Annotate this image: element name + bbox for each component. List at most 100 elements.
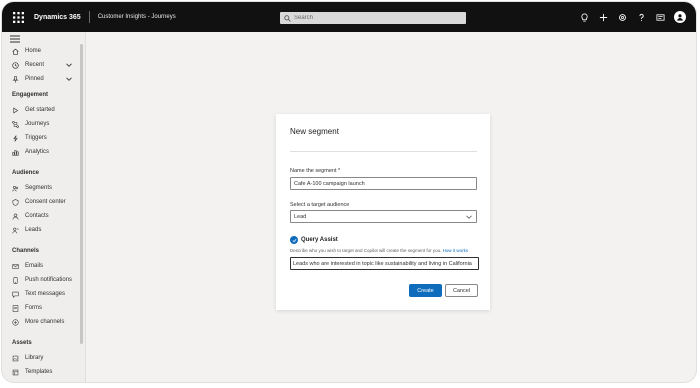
feedback-icon[interactable] [653,8,667,26]
sidebar-item-label: Journeys [25,121,50,127]
sidebar-item-label: Home [25,48,42,54]
target-audience-label: Select a target audience [290,202,350,208]
chevron-down-icon[interactable] [66,76,72,82]
hamburger-icon[interactable] [10,35,20,43]
header-divider [88,11,90,23]
avatar[interactable] [674,11,686,23]
sidebar-item-label: Consent center [25,199,66,205]
sidebar-item-templates[interactable]: Templates [2,366,82,378]
sidebar-item-push-notifications[interactable]: Push notifications [2,274,82,286]
sidebar-item-label: Emails [25,263,44,269]
template-icon [11,368,19,376]
sidebar-item-label: Leads [25,227,42,233]
section-channels: Channels [12,248,40,254]
section-engagement: Engagement [12,92,49,98]
sidebar-item-label: More channels [25,319,65,325]
consent-icon [11,198,19,206]
section-audience: Audience [12,170,40,176]
sidebar-item-label: Recent [25,62,45,68]
target-audience-value: Lead [294,213,307,220]
app-name[interactable]: Dynamics 365 [34,14,81,21]
top-bar: Dynamics 365 Customer Insights - Journey… [2,2,696,32]
sidebar-item-label: Analytics [25,149,50,155]
sidebar-item-emails[interactable]: Emails [2,260,82,272]
area-name[interactable]: Customer Insights - Journeys [98,14,176,20]
sidebar-item-leads[interactable]: Leads [2,224,82,236]
query-assist-input[interactable] [293,260,478,267]
play-icon [11,106,19,114]
app-launcher-icon[interactable] [8,7,28,27]
sidebar-item-label: Library [25,355,44,361]
segment-name-label: Name the segment * [290,168,341,174]
sidebar-item-get-started[interactable]: Get started [2,104,82,116]
sidebar-item-analytics[interactable]: Analytics [2,146,82,158]
how-it-works-link[interactable]: How it works [443,248,469,253]
library-icon [11,354,19,362]
sidebar-item-label: Forms [25,305,42,311]
pin-icon [11,75,19,83]
sidebar-item-label: Get started [25,107,55,113]
chevron-down-icon[interactable] [466,214,472,220]
sidebar-item-home[interactable]: Home [2,45,82,57]
add-icon[interactable] [596,8,610,26]
form-icon [11,304,19,312]
sidebar-item-label: Segments [25,185,53,191]
sms-icon [11,290,19,298]
mail-icon [11,262,19,270]
app-window: Dynamics 365 Customer Insights - Journey… [2,2,696,382]
help-icon[interactable] [634,8,648,26]
query-assist-title: Query Assist [301,237,338,243]
query-assist-header: Query Assist [290,236,338,244]
sidebar-item-label: Contacts [25,213,49,219]
sidebar-item-label: Triggers [25,135,47,141]
query-assist-description: Describe who you wish to target and Copi… [290,248,468,253]
chevron-down-icon[interactable] [66,62,72,68]
segments-icon [11,184,19,192]
sidebar: Home Recent Pinned Engagement Get starte… [2,32,86,382]
section-assets: Assets [12,340,32,346]
sidebar-item-pinned[interactable]: Pinned [2,73,82,85]
sidebar-item-label: Push notifications [25,277,73,283]
sidebar-item-consent-center[interactable]: Consent center [2,196,82,208]
contact-icon [11,212,19,220]
sidebar-item-label: Pinned [25,76,44,82]
sidebar-item-contacts[interactable]: Contacts [2,210,82,222]
cancel-button[interactable]: Cancel [445,284,478,297]
search-icon [284,14,291,22]
dialog-title: New segment [290,127,339,136]
sidebar-item-text-messages[interactable]: Text messages [2,288,82,300]
sidebar-item-library[interactable]: Library [2,352,82,364]
user-icon [677,14,683,21]
leads-icon [11,226,19,234]
search-box[interactable] [280,12,466,24]
sidebar-item-forms[interactable]: Forms [2,302,82,314]
target-audience-select[interactable]: Lead [290,210,477,223]
sidebar-item-journeys[interactable]: Journeys [2,118,82,130]
new-segment-dialog: New segment Name the segment * Select a … [276,114,490,310]
clock-icon [11,61,19,69]
sidebar-item-label: Text messages [25,291,66,297]
search-input[interactable] [294,15,454,21]
sidebar-item-more-channels[interactable]: More channels [2,316,82,328]
trigger-icon [11,134,19,142]
sidebar-item-label: Templates [25,369,53,375]
divider [290,151,477,152]
settings-icon[interactable] [615,8,629,26]
query-assist-field[interactable] [290,257,479,270]
sidebar-item-triggers[interactable]: Triggers [2,132,82,144]
sidebar-item-segments[interactable]: Segments [2,182,82,194]
query-assist-desc-text: Describe who you wish to target and Copi… [290,248,442,253]
sidebar-item-recent[interactable]: Recent [2,59,82,71]
push-icon [11,276,19,284]
segment-name-field[interactable] [290,177,477,190]
sidebar-scrollbar[interactable] [80,44,83,344]
journey-icon [11,120,19,128]
copilot-icon [290,236,298,244]
analytics-icon [11,148,19,156]
home-icon [11,47,19,55]
segment-name-input[interactable] [294,180,476,187]
header-actions [577,8,686,26]
more-channels-icon [11,318,19,326]
lightbulb-icon[interactable] [577,8,591,26]
create-button[interactable]: Create [409,284,442,297]
